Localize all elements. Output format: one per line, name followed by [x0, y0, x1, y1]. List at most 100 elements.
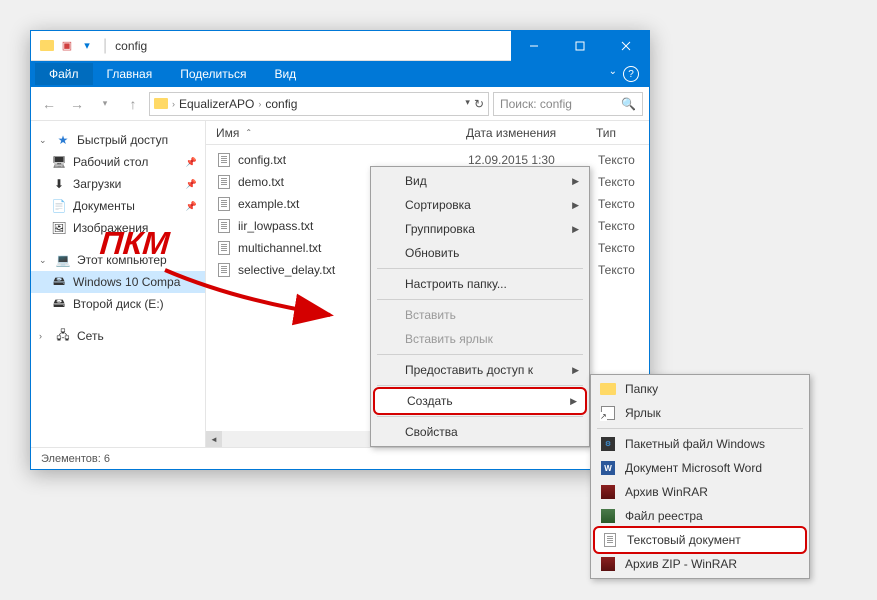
sidebar-label: Загрузки [73, 177, 121, 191]
sidebar-this-pc[interactable]: ⌄💻Этот компьютер [31, 249, 205, 271]
up-button[interactable]: ↑ [121, 92, 145, 116]
ctx-customize[interactable]: Настроить папку... [373, 272, 587, 296]
ctx-paste: Вставить [373, 303, 587, 327]
folder-icon [39, 38, 55, 54]
chevron-right-icon: ▶ [572, 200, 579, 211]
column-type[interactable]: Тип [586, 126, 649, 140]
sidebar-drive-c[interactable]: 🖴Windows 10 Compa [31, 271, 205, 293]
sidebar-label: Изображения [73, 221, 148, 235]
ctx-new-zip[interactable]: Архив ZIP - WinRAR [593, 552, 807, 576]
desktop-icon: 🖥 [51, 154, 67, 170]
ctx-refresh[interactable]: Обновить [373, 241, 587, 265]
ctx-group[interactable]: Группировка▶ [373, 217, 587, 241]
sidebar-label: Сеть [77, 329, 104, 343]
sort-asc-icon: ⌃ [245, 128, 252, 137]
pin-icon: 📌 [186, 179, 197, 190]
sidebar-images[interactable]: 🖼Изображения [31, 217, 205, 239]
pin-icon: 📌 [186, 201, 197, 212]
context-submenu-create: Папку Ярлык ⚙Пакетный файл Windows WДоку… [590, 374, 810, 579]
chevron-right-icon: ▶ [572, 224, 579, 235]
separator [597, 428, 803, 429]
sidebar: ⌄ ★ Быстрый доступ 🖥 Рабочий стол 📌 ⬇ Загру… [31, 121, 206, 447]
word-icon: W [599, 459, 617, 477]
column-headers: Имя⌃ Дата изменения Тип [206, 121, 649, 145]
column-name[interactable]: Имя⌃ [206, 126, 456, 140]
minimize-button[interactable] [511, 31, 557, 61]
ctx-new-rar[interactable]: Архив WinRAR [593, 480, 807, 504]
ribbon-tab-home[interactable]: Главная [93, 63, 167, 85]
forward-button[interactable]: → [65, 92, 89, 116]
chevron-right-icon: ▶ [572, 365, 579, 376]
search-input[interactable]: Поиск: config 🔍 [493, 92, 643, 116]
recent-dropdown[interactable]: ▾ [93, 92, 117, 116]
chevron-right-icon: › [39, 331, 49, 341]
chevron-right-icon: › [258, 99, 261, 109]
sidebar-network[interactable]: ›🖧Сеть [31, 325, 205, 347]
rar-icon [599, 483, 617, 501]
scroll-left-icon[interactable]: ◄ [206, 431, 222, 447]
titlebar-qat-icon[interactable]: ▾ [79, 38, 95, 54]
separator: | [103, 37, 107, 55]
separator [377, 385, 583, 386]
toolbar: ← → ▾ ↑ › EqualizerAPO › config ▾ ↻ Поис… [31, 87, 649, 121]
ctx-properties[interactable]: Свойства [373, 420, 587, 444]
sidebar-label: Windows 10 Compa [73, 275, 180, 289]
search-placeholder: Поиск: config [500, 97, 572, 111]
document-icon: 📄 [51, 198, 67, 214]
chevron-right-icon: ▶ [572, 176, 579, 187]
separator [377, 354, 583, 355]
separator [377, 299, 583, 300]
ribbon-tab-view[interactable]: Вид [260, 63, 310, 85]
maximize-button[interactable] [557, 31, 603, 61]
folder-icon [154, 98, 168, 109]
download-icon: ⬇ [51, 176, 67, 192]
titlebar-qat-icon[interactable]: ▣ [59, 38, 75, 54]
pc-icon: 💻 [55, 252, 71, 268]
sidebar-desktop[interactable]: 🖥Рабочий стол📌 [31, 151, 205, 173]
ctx-new-bat[interactable]: ⚙Пакетный файл Windows [593, 432, 807, 456]
breadcrumb-segment[interactable]: config [265, 97, 297, 111]
context-menu: Вид▶ Сортировка▶ Группировка▶ Обновить Н… [370, 166, 590, 447]
sidebar-documents[interactable]: 📄 Документы 📌 [31, 195, 205, 217]
sidebar-label: Документы [73, 199, 135, 213]
ribbon-collapse-icon[interactable]: ⌄ [609, 66, 617, 82]
ctx-create[interactable]: Создать▶ [373, 387, 587, 415]
breadcrumb-segment[interactable]: EqualizerAPO [179, 97, 254, 111]
ribbon: Файл Главная Поделиться Вид ⌄ ? [31, 61, 649, 87]
ctx-new-shortcut[interactable]: Ярлык [593, 401, 807, 425]
sidebar-drive-e[interactable]: 🖴 Второй диск (E:) [31, 293, 205, 315]
ctx-view[interactable]: Вид▶ [373, 169, 587, 193]
ctx-new-txt[interactable]: Текстовый документ [593, 526, 807, 554]
item-count: Элементов: 6 [41, 453, 110, 465]
ctx-new-folder[interactable]: Папку [593, 377, 807, 401]
sidebar-label: Этот компьютер [77, 253, 167, 267]
sidebar-downloads[interactable]: ⬇ Загрузки 📌 [31, 173, 205, 195]
sidebar-label: Второй диск (E:) [73, 297, 164, 311]
drive-icon: 🖴 [51, 296, 67, 312]
dropdown-icon[interactable]: ▾ [465, 97, 470, 111]
sidebar-quick-access[interactable]: ⌄ ★ Быстрый доступ [31, 129, 205, 151]
help-icon[interactable]: ? [623, 66, 639, 82]
statusbar: Элементов: 6 ☰ ▦ [31, 447, 649, 469]
txt-icon [216, 262, 232, 278]
ctx-share[interactable]: Предоставить доступ к▶ [373, 358, 587, 382]
window-title: config [115, 39, 147, 53]
column-date[interactable]: Дата изменения [456, 126, 586, 140]
titlebar: ▣ ▾ | config [31, 31, 649, 61]
back-button[interactable]: ← [37, 92, 61, 116]
shortcut-icon [599, 404, 617, 422]
address-bar[interactable]: › EqualizerAPO › config ▾ ↻ [149, 92, 489, 116]
ctx-new-word[interactable]: WДокумент Microsoft Word [593, 456, 807, 480]
ctx-sort[interactable]: Сортировка▶ [373, 193, 587, 217]
close-button[interactable] [603, 31, 649, 61]
ribbon-tab-share[interactable]: Поделиться [166, 63, 260, 85]
txt-icon [216, 152, 232, 168]
separator [377, 268, 583, 269]
ctx-new-reg[interactable]: Файл реестра [593, 504, 807, 528]
ctx-paste-shortcut: Вставить ярлык [373, 327, 587, 351]
chevron-down-icon: ⌄ [39, 135, 49, 146]
ribbon-tab-file[interactable]: Файл [35, 63, 93, 85]
chevron-right-icon: ▶ [570, 396, 577, 407]
refresh-icon[interactable]: ↻ [474, 97, 484, 111]
sidebar-label: Рабочий стол [73, 155, 148, 169]
